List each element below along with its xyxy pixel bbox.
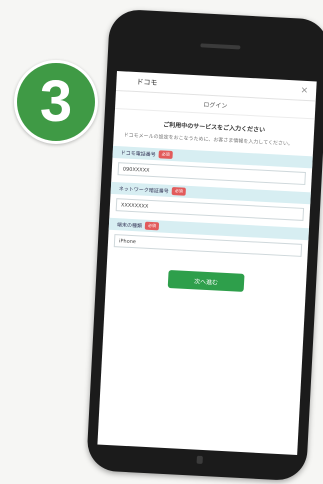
field-label-text: ネットワーク暗証番号 bbox=[118, 185, 169, 195]
speaker-icon bbox=[200, 43, 241, 50]
step-number: 3 bbox=[39, 69, 73, 134]
close-icon[interactable]: × bbox=[300, 85, 308, 95]
description-text: ドコモメールの設定をおこなうために、お客さま情報を入力してください。 bbox=[123, 132, 294, 148]
required-badge: 必須 bbox=[171, 187, 186, 196]
phone-screen: ドコモ × ログイン ご利用中のサービスをご入力ください ドコモメールの設定をお… bbox=[97, 70, 317, 455]
app-brand: ドコモ bbox=[136, 77, 158, 87]
field-label-text: ドコモ電話番号 bbox=[120, 149, 156, 158]
required-badge: 必須 bbox=[144, 221, 160, 231]
step-number-badge: 3 bbox=[14, 60, 98, 144]
home-indicator-icon bbox=[196, 455, 203, 465]
submit-button[interactable]: 次へ進む bbox=[167, 269, 245, 292]
field-label-text: 端末の種類 bbox=[116, 221, 143, 230]
required-badge: 必須 bbox=[158, 150, 173, 160]
smartphone-frame: ドコモ × ログイン ご利用中のサービスをご入力ください ドコモメールの設定をお… bbox=[86, 8, 323, 482]
